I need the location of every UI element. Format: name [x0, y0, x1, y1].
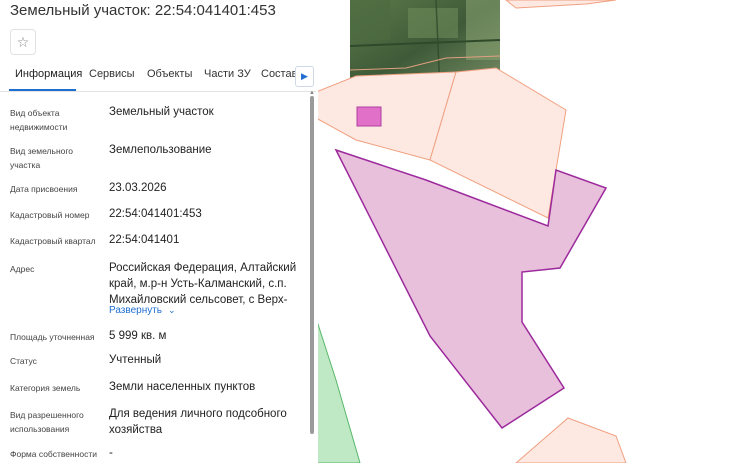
building-footprint[interactable] [356, 106, 382, 127]
field-value: 23.03.2026 [109, 182, 167, 194]
map-view[interactable] [316, 0, 750, 463]
info-panel: Земельный участок: 22:54:041401:453 ☆ Ин… [0, 0, 318, 463]
field-value: Для ведения личного подсобного хозяйства [109, 408, 287, 436]
field-value: Российская Федерация, Алтайский край, м.… [109, 262, 297, 306]
field-label: Кадастровый номер [10, 210, 90, 220]
field-label: Статус [10, 356, 37, 366]
field-value: Земли населенных пунктов [109, 381, 256, 393]
field-value: Учтенный [109, 354, 162, 366]
field-value: Земельный участок [109, 106, 214, 118]
tabs-scroll-right-button[interactable]: ▶ [295, 66, 314, 87]
field-label: Адрес [10, 264, 35, 274]
field-label: Вид земельного участка [10, 146, 74, 170]
chevron-down-icon: ⌄ [168, 305, 176, 315]
star-icon: ☆ [16, 33, 30, 50]
parcel-bottom-right[interactable] [515, 417, 627, 463]
field-value: 22:54:041401 [109, 234, 180, 246]
field-value: - [109, 447, 113, 459]
active-tab-indicator [9, 89, 76, 91]
chevron-right-icon: ▶ [301, 71, 308, 81]
field-label: Вид объекта недвижимости [10, 108, 68, 132]
tab-bar: Информация Сервисы Объекты Части ЗУ Сост… [0, 64, 316, 92]
field-value: 5 999 кв. м [109, 330, 167, 342]
field-label: Площадь уточненная [10, 332, 95, 342]
tab-objects[interactable]: Объекты [147, 68, 192, 80]
tab-services[interactable]: Сервисы [89, 68, 135, 80]
field-label: Форма собственности [10, 449, 97, 459]
address-expand-link[interactable]: Развернуть ⌄ [109, 305, 176, 316]
tab-info[interactable]: Информация [15, 68, 82, 80]
favorite-button[interactable]: ☆ [10, 29, 36, 55]
field-label: Вид разрешенного использования [10, 410, 84, 434]
map-canvas[interactable] [316, 0, 750, 463]
parcel-top-right[interactable] [505, 0, 617, 9]
field-label: Кадастровый квартал [10, 236, 96, 246]
field-label: Дата присвоения [10, 184, 78, 194]
selected-parcel[interactable] [334, 148, 608, 430]
tab-composition[interactable]: Состав [261, 68, 297, 80]
tab-parts[interactable]: Части ЗУ [204, 68, 251, 80]
expand-label: Развернуть [109, 305, 163, 316]
field-label: Категория земель [10, 383, 81, 393]
green-area[interactable] [316, 317, 361, 463]
field-value: 22:54:041401:453 [109, 208, 202, 220]
scrollbar-thumb[interactable] [310, 96, 314, 434]
page-title: Земельный участок: 22:54:041401:453 [10, 2, 276, 19]
field-value: Землепользование [109, 144, 212, 156]
